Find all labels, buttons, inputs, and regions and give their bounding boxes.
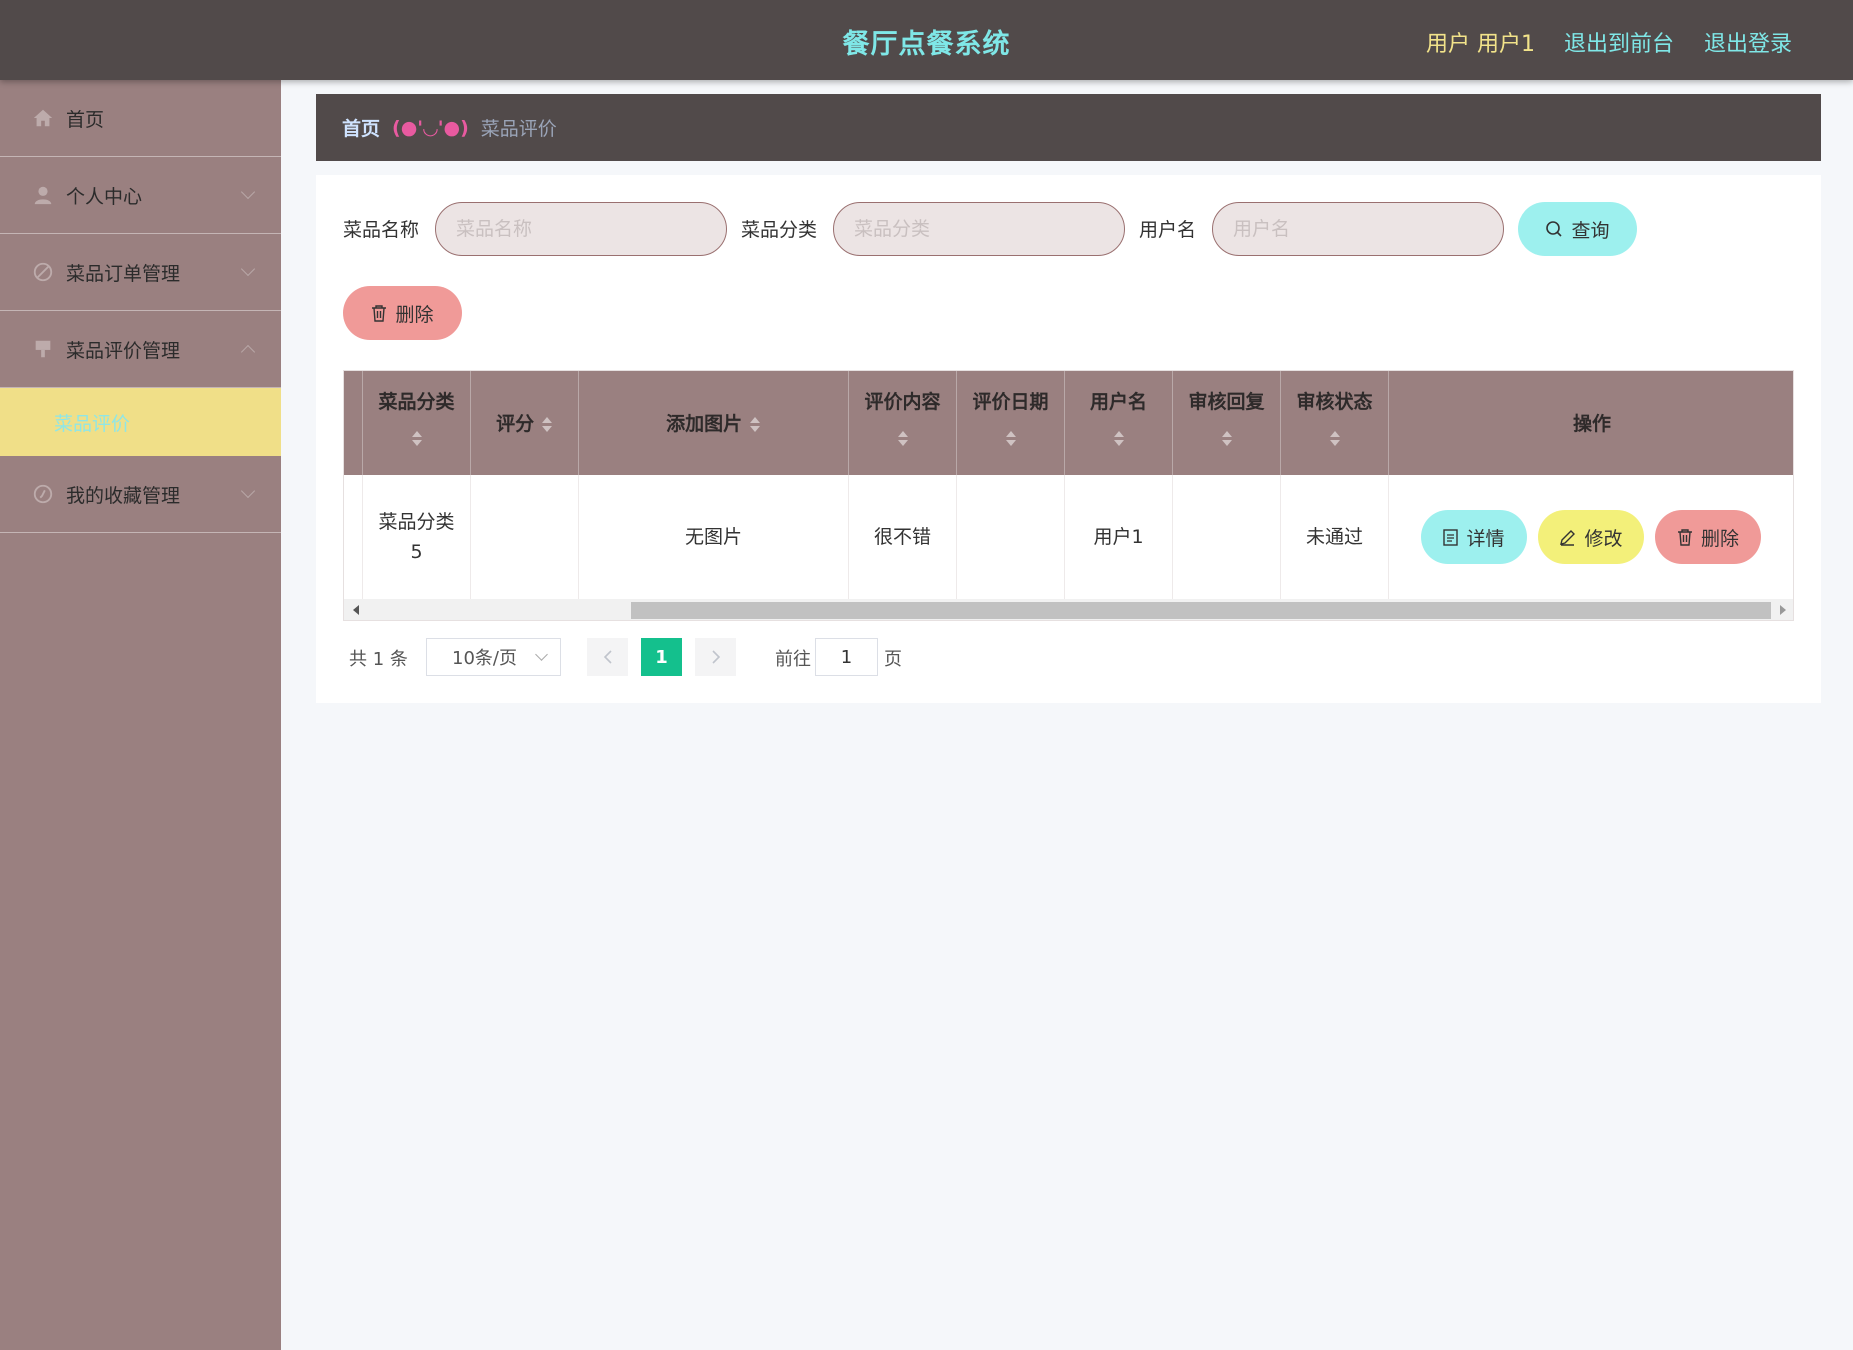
page-suffix: 页 — [884, 649, 902, 670]
table-header: 菜品分类 评分 添加图片 评价内容 评价日期 用户名 审核回复 审核状态 操作 — [344, 371, 1793, 475]
column-header-clipped — [344, 371, 363, 475]
dish-name-input[interactable] — [435, 202, 727, 256]
sidebar-item-label: 个人中心 — [66, 185, 143, 208]
sort-icon[interactable] — [1113, 429, 1125, 449]
sidebar-item-reviews[interactable]: 菜品评价管理 — [0, 311, 281, 388]
search-button-label: 查询 — [1571, 219, 1610, 242]
sort-icon[interactable] — [1329, 429, 1341, 449]
edit-button[interactable]: 修改 — [1538, 510, 1644, 564]
detail-button[interactable]: 详情 — [1421, 510, 1527, 564]
chevron-up-icon — [240, 344, 256, 360]
table-cell-content: 很不错 — [849, 475, 957, 599]
sidebar-item-profile[interactable]: 个人中心 — [0, 157, 281, 234]
sidebar-item-label: 我的收藏管理 — [66, 484, 181, 507]
username-input[interactable] — [1212, 202, 1504, 256]
document-icon — [1443, 528, 1459, 546]
review-icon — [35, 340, 51, 358]
horizontal-scrollbar[interactable] — [344, 599, 1793, 620]
goto-label: 前往 — [775, 649, 811, 670]
sidebar-item-favorites[interactable]: 我的收藏管理 — [0, 456, 281, 533]
dish-name-label: 菜品名称 — [343, 219, 420, 241]
page-size-select[interactable]: 10条/页 — [426, 638, 561, 676]
pencil-icon — [1560, 529, 1576, 546]
table-cell-rating — [471, 475, 579, 599]
delete-button[interactable]: 删除 — [1655, 510, 1761, 564]
column-header-rating[interactable]: 评分 — [471, 371, 579, 475]
table-cell-actions: 详情 修改 删除 — [1389, 475, 1793, 599]
breadcrumb-separator: (●'◡'●) — [392, 116, 469, 139]
scrollbar-thumb[interactable] — [631, 602, 1771, 619]
column-header-status[interactable]: 审核状态 — [1281, 371, 1389, 475]
sidebar: 首页 个人中心 菜品订单管理 菜品评价管理 菜品评价 我的收藏管理 — [0, 80, 281, 1350]
reviews-table: 菜品分类 评分 添加图片 评价内容 评价日期 用户名 审核回复 审核状态 操作 … — [343, 370, 1794, 621]
dish-category-input[interactable] — [833, 202, 1125, 256]
scroll-right-icon[interactable] — [1780, 605, 1786, 615]
sidebar-item-orders[interactable]: 菜品订单管理 — [0, 234, 281, 311]
column-header-actions: 操作 — [1572, 413, 1611, 435]
column-header-username[interactable]: 用户名 — [1065, 371, 1173, 475]
chevron-down-icon — [535, 648, 548, 661]
table-cell-status: 未通过 — [1281, 475, 1389, 599]
sort-icon[interactable] — [897, 429, 909, 449]
sort-icon[interactable] — [1005, 429, 1017, 449]
table-cell-reply — [1173, 475, 1281, 599]
chevron-down-icon — [240, 483, 256, 499]
table-cell-username: 用户1 — [1065, 475, 1173, 599]
table-cell-date — [957, 475, 1065, 599]
breadcrumb-home[interactable]: 首页 — [342, 114, 380, 141]
sort-icon[interactable] — [749, 415, 761, 435]
sidebar-item-label: 菜品订单管理 — [66, 262, 181, 285]
dish-category-label: 菜品分类 — [741, 219, 818, 241]
top-header: 餐厅点餐系统 用户 用户1 退出到前台 退出登录 — [0, 0, 1853, 80]
sidebar-item-home[interactable]: 首页 — [0, 80, 281, 157]
sort-icon[interactable] — [541, 415, 553, 435]
table-cell-clipped — [344, 475, 363, 599]
column-header-reply[interactable]: 审核回复 — [1173, 371, 1281, 475]
breadcrumb-current: 菜品评价 — [480, 118, 557, 140]
column-header-date[interactable]: 评价日期 — [957, 371, 1065, 475]
column-header-content[interactable]: 评价内容 — [849, 371, 957, 475]
table-cell-category: 菜品分类5 — [363, 475, 471, 599]
table-row: 菜品分类5 无图片 很不错 用户1 未通过 详情 修改 删除 — [344, 475, 1793, 599]
search-icon — [1546, 221, 1563, 237]
current-user-label: 用户 用户1 — [1426, 32, 1535, 57]
chevron-down-icon — [240, 261, 256, 277]
table-cell-image: 无图片 — [579, 475, 849, 599]
username-label: 用户名 — [1139, 219, 1197, 241]
bulk-delete-label: 删除 — [395, 303, 434, 326]
search-button[interactable]: 查询 — [1518, 202, 1637, 256]
trash-icon — [1677, 529, 1692, 546]
submenu-item-reviews[interactable]: 菜品评价 — [0, 388, 281, 456]
chevron-left-icon — [603, 650, 612, 664]
goto-page-input[interactable] — [815, 638, 878, 676]
bulk-delete-button[interactable]: 删除 — [343, 286, 462, 340]
chevron-down-icon — [240, 184, 256, 200]
exit-to-front-link[interactable]: 退出到前台 — [1564, 26, 1674, 58]
pagination-total: 共 1 条 — [349, 649, 408, 670]
sidebar-item-label: 首页 — [66, 108, 105, 131]
scroll-left-icon[interactable] — [353, 605, 359, 615]
next-page-button[interactable] — [695, 638, 736, 676]
trash-icon — [372, 305, 387, 322]
user-icon — [34, 186, 52, 205]
sort-icon[interactable] — [1221, 429, 1233, 449]
logout-link[interactable]: 退出登录 — [1704, 26, 1792, 58]
column-header-image[interactable]: 添加图片 — [579, 371, 849, 475]
chevron-right-icon — [711, 650, 720, 664]
favorite-icon — [33, 484, 53, 504]
home-icon — [33, 109, 53, 127]
page-size-value: 10条/页 — [452, 648, 517, 669]
order-icon — [33, 262, 53, 282]
prev-page-button[interactable] — [587, 638, 628, 676]
sort-icon[interactable] — [411, 429, 423, 449]
page-number-1[interactable]: 1 — [641, 638, 682, 676]
breadcrumb: 首页 (●'◡'●) 菜品评价 — [316, 94, 1821, 161]
column-header-category[interactable]: 菜品分类 — [363, 371, 471, 475]
sidebar-item-label: 菜品评价管理 — [66, 339, 181, 362]
